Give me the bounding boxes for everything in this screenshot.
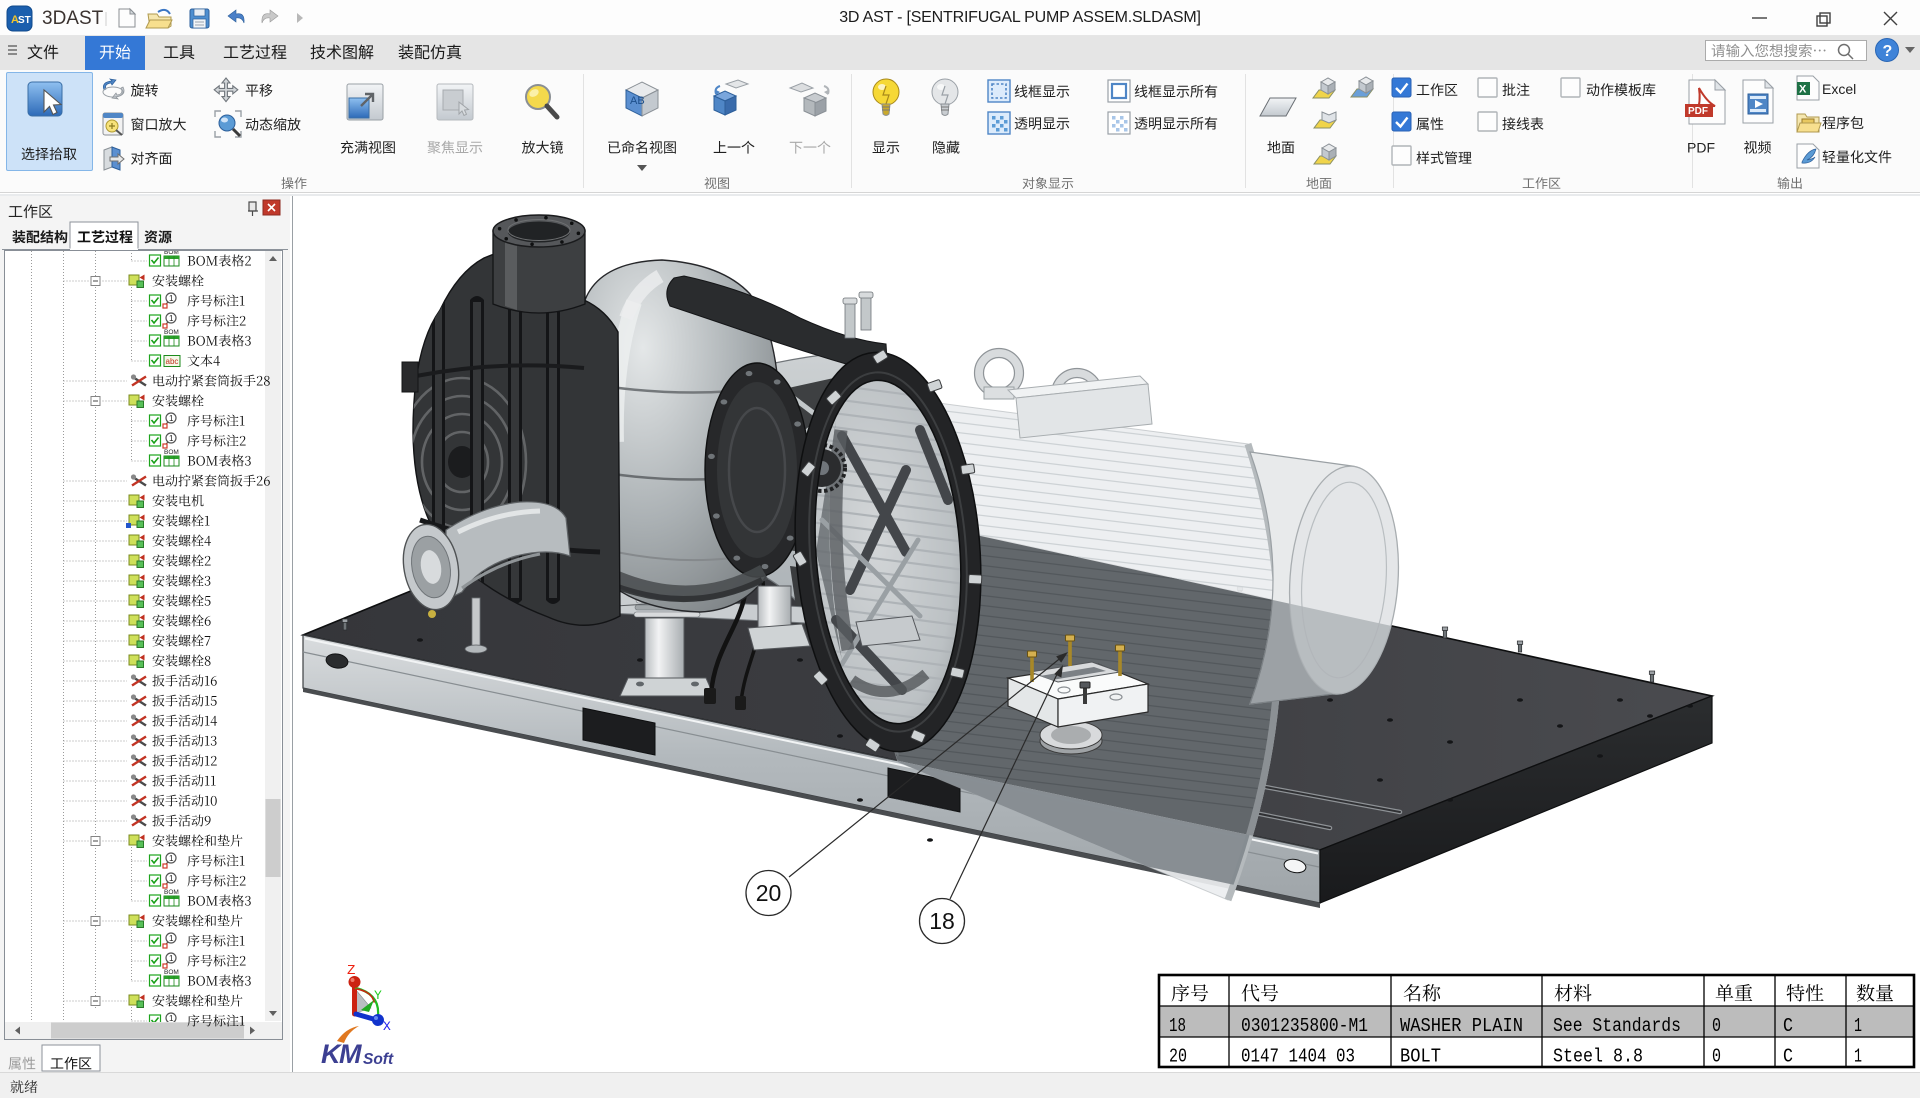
- svg-text:AB: AB: [630, 95, 645, 107]
- svg-text:?: ?: [1883, 43, 1893, 60]
- svg-text:3DAST: 3DAST: [42, 8, 104, 29]
- svg-text:1: 1: [169, 414, 174, 423]
- svg-text:KM: KM: [321, 1039, 362, 1069]
- svg-text:1: 1: [169, 934, 174, 943]
- svg-text:0301235800-M1: 0301235800-M1: [1241, 1015, 1368, 1037]
- svg-text:See Standards: See Standards: [1553, 1015, 1681, 1037]
- svg-text:BOM: BOM: [164, 889, 179, 896]
- svg-text:WASHER PLAIN: WASHER PLAIN: [1400, 1015, 1523, 1037]
- svg-text:0: 0: [1712, 1046, 1721, 1068]
- svg-text:PDF: PDF: [1687, 140, 1715, 156]
- svg-text:BOLT: BOLT: [1400, 1046, 1441, 1068]
- svg-text:1: 1: [1854, 1046, 1862, 1068]
- svg-text:C: C: [1783, 1046, 1793, 1068]
- svg-text:C: C: [1783, 1015, 1793, 1037]
- svg-text:1: 1: [169, 1014, 174, 1023]
- svg-text:abc: abc: [166, 357, 179, 366]
- svg-text:1: 1: [169, 954, 174, 963]
- svg-text:BOM: BOM: [164, 251, 179, 256]
- svg-text:1: 1: [169, 874, 174, 883]
- svg-text:Y: Y: [374, 988, 382, 1003]
- svg-text:Excel: Excel: [1822, 81, 1856, 97]
- svg-text:1: 1: [169, 294, 174, 303]
- svg-text:X: X: [383, 1019, 391, 1034]
- svg-text:20: 20: [756, 880, 782, 906]
- svg-text:ST: ST: [18, 15, 31, 26]
- svg-text:BOM: BOM: [164, 329, 179, 336]
- svg-text:0: 0: [1712, 1015, 1721, 1037]
- svg-text:Z: Z: [347, 963, 355, 979]
- svg-text:X: X: [1799, 84, 1807, 96]
- svg-text:0147 1404 03: 0147 1404 03: [1241, 1046, 1355, 1068]
- svg-text:BOM: BOM: [164, 449, 179, 456]
- svg-text:20: 20: [1169, 1046, 1187, 1068]
- svg-text:1: 1: [1854, 1015, 1862, 1037]
- svg-text:18: 18: [1169, 1015, 1186, 1037]
- svg-text:1: 1: [169, 434, 174, 443]
- svg-text:18: 18: [929, 908, 955, 934]
- svg-text:PDF: PDF: [1688, 106, 1708, 117]
- svg-text:1: 1: [169, 854, 174, 863]
- svg-text:1: 1: [169, 314, 174, 323]
- svg-text:BOM: BOM: [164, 969, 179, 976]
- svg-text:Soft: Soft: [363, 1051, 394, 1068]
- svg-text:Steel 8.8: Steel 8.8: [1553, 1046, 1643, 1068]
